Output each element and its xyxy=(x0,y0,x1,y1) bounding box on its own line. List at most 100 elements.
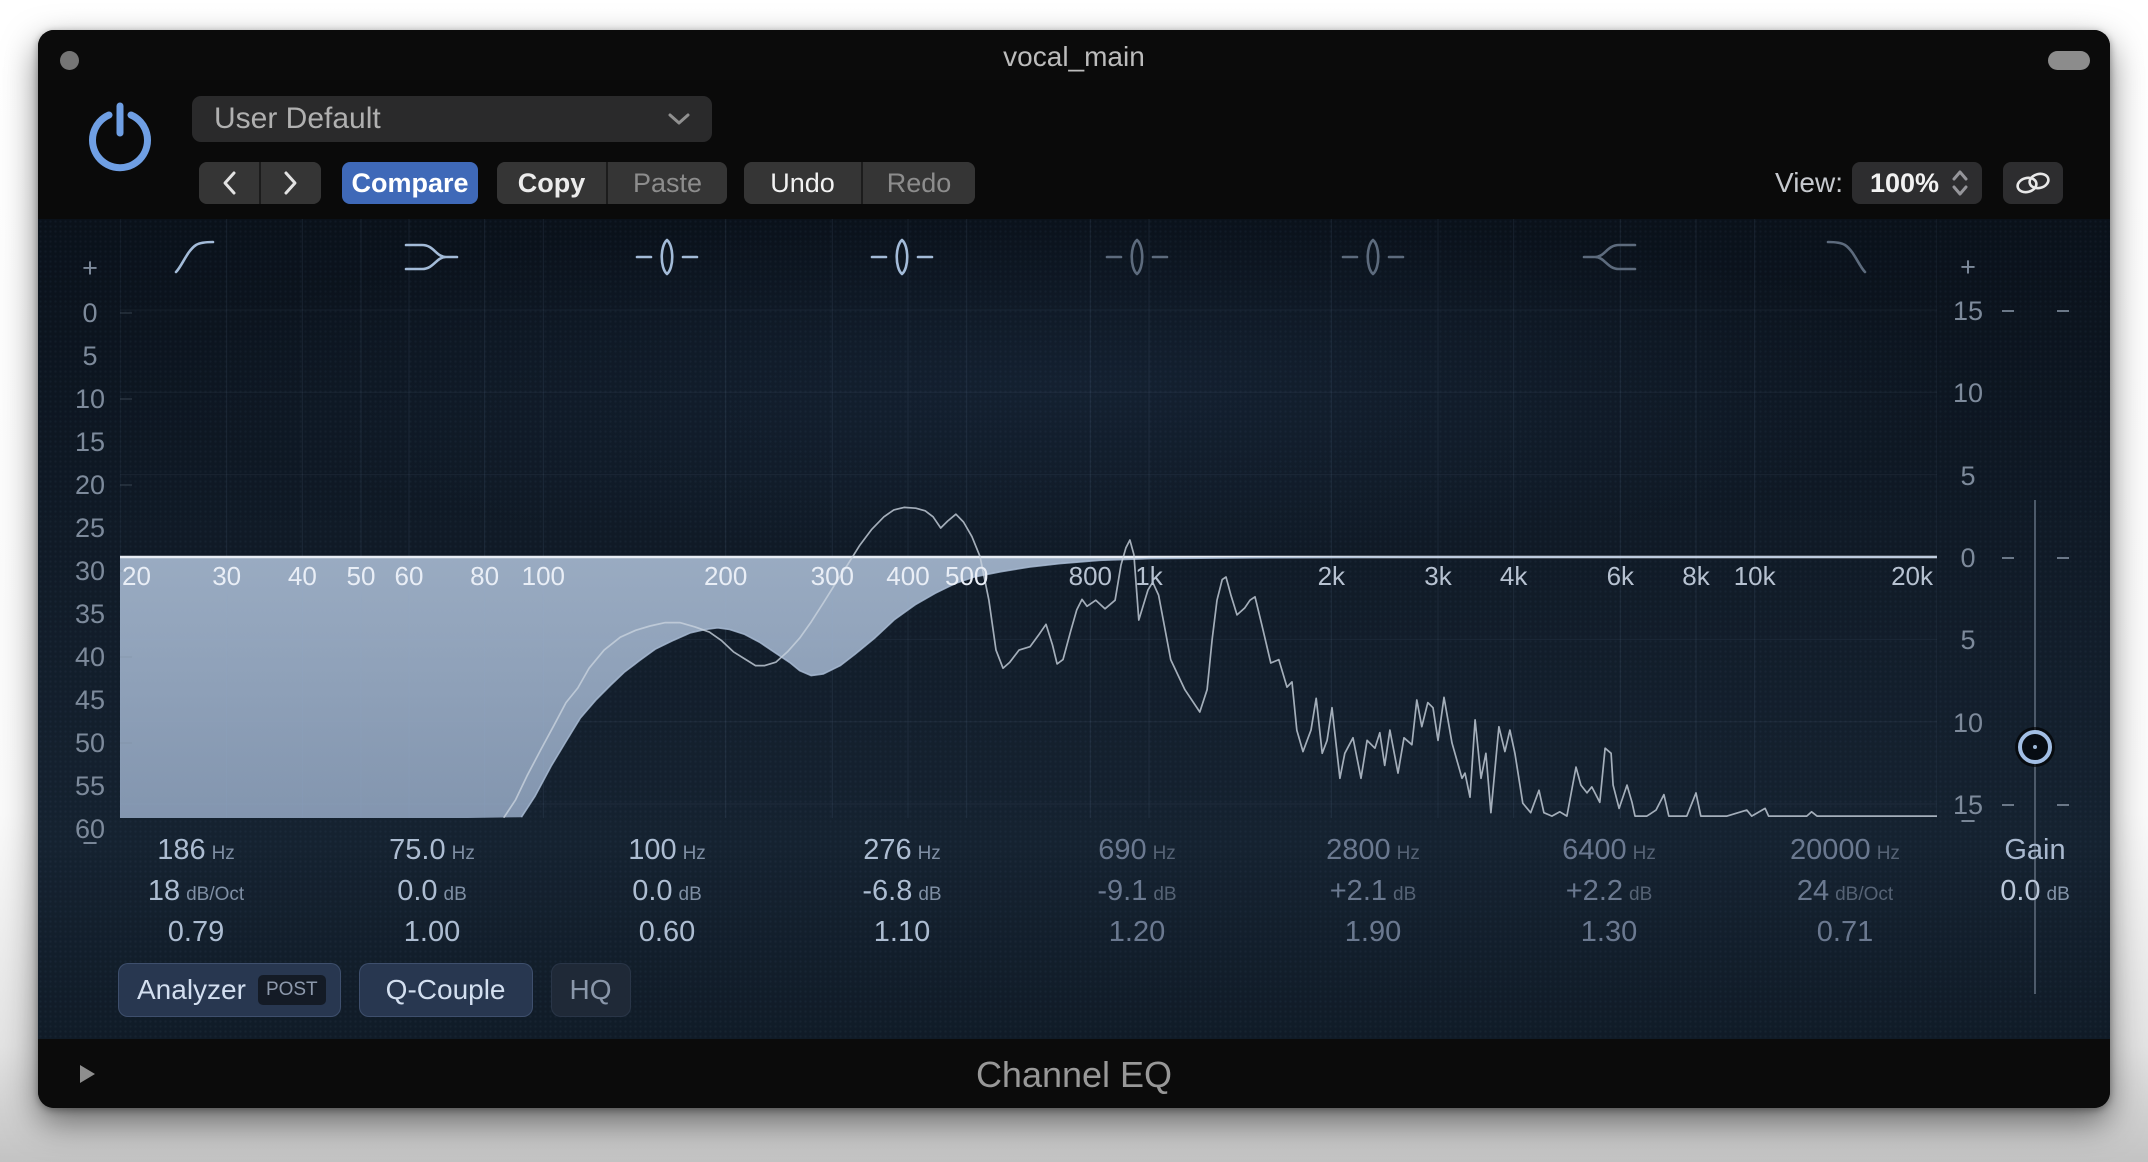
freq-tick-label: 60 xyxy=(395,561,424,591)
chevron-left-icon xyxy=(223,171,236,195)
band-8-q-value: 0.71 xyxy=(1816,916,1874,948)
knob-dot xyxy=(2033,745,2037,749)
freq-tick-label: 200 xyxy=(704,561,747,591)
band-3-column: 100 Hz 0.0 dB 0.60 xyxy=(557,830,777,953)
band-2-gain-value: 0.0 xyxy=(397,875,438,907)
band-3-q-field[interactable]: 0.60 xyxy=(557,912,777,953)
view-zoom-stepper[interactable]: 100% xyxy=(1852,162,1982,204)
gain-value: 0.0 xyxy=(2000,875,2041,907)
band-8-frequency-field[interactable]: 20000 Hz xyxy=(1735,830,1955,871)
band-6-q-field[interactable]: 1.90 xyxy=(1263,912,1483,953)
band-5-q-field[interactable]: 1.20 xyxy=(1027,912,1247,953)
band-8-lowpass-icon[interactable] xyxy=(1811,237,1879,277)
band-2-q-field[interactable]: 1.00 xyxy=(322,912,542,953)
freq-tick-label: 40 xyxy=(288,561,317,591)
band-8-q-field[interactable]: 0.71 xyxy=(1735,912,1955,953)
preset-nav-group xyxy=(199,162,321,204)
copy-button[interactable]: Copy xyxy=(497,162,606,204)
band-7-frequency-unit: Hz xyxy=(1632,843,1656,864)
band-4-gain-field[interactable]: -6.8 dB xyxy=(792,871,1012,912)
undo-button[interactable]: Undo xyxy=(744,162,861,204)
band-2-lowshelf-icon[interactable] xyxy=(398,237,466,277)
band-1-frequency-field[interactable]: 186 Hz xyxy=(86,830,306,871)
band-1-highpass-icon[interactable] xyxy=(162,237,230,277)
band-6-gain-field[interactable]: +2.1 dB xyxy=(1263,871,1483,912)
preset-dropdown[interactable]: User Default xyxy=(192,96,712,142)
band-4-frequency-value: 276 xyxy=(863,834,912,866)
freq-tick-label: 8k xyxy=(1682,561,1710,591)
band-4-q-field[interactable]: 1.10 xyxy=(792,912,1012,953)
band-4-column: 276 Hz -6.8 dB 1.10 xyxy=(792,830,1012,953)
gain-scale-label: 5 xyxy=(1960,625,1976,655)
link-icon xyxy=(2016,172,2050,194)
power-icon[interactable] xyxy=(85,102,155,172)
compare-button[interactable]: Compare xyxy=(342,162,478,204)
gain-unit: dB xyxy=(2046,884,2070,905)
band-1-gain-field[interactable]: 18 dB/Oct xyxy=(86,871,306,912)
band-6-frequency-field[interactable]: 2800 Hz xyxy=(1263,830,1483,871)
eq-curve-graph[interactable]: 20 30 40 50 60 80 100 200 300 400 500 800 1k 2k 3k 4k 6k… xyxy=(120,219,1937,818)
redo-button[interactable]: Redo xyxy=(863,162,975,204)
band-5-gain-field[interactable]: -9.1 dB xyxy=(1027,871,1247,912)
band-8-frequency-value: 20000 xyxy=(1790,834,1871,866)
gain-scale-label: + xyxy=(1960,252,1976,282)
q-couple-toggle[interactable]: Q-Couple xyxy=(358,963,533,1017)
q-couple-label: Q-Couple xyxy=(385,974,506,1005)
band-2-q-value: 1.00 xyxy=(403,916,461,948)
analyzer-label: Analyzer xyxy=(137,974,246,1005)
band-6-gain-value: +2.1 xyxy=(1329,875,1387,907)
band-4-bell-icon[interactable] xyxy=(868,237,936,277)
band-3-frequency-field[interactable]: 100 Hz xyxy=(557,830,777,871)
analyzer-mode-badge[interactable]: POST xyxy=(257,975,326,1005)
freq-tick-label: 3k xyxy=(1424,561,1452,591)
band-2-gain-unit: dB xyxy=(443,884,467,905)
band-2-frequency-field[interactable]: 75.0 Hz xyxy=(322,830,542,871)
next-preset-button[interactable] xyxy=(261,162,321,204)
band-5-gain-value: -9.1 xyxy=(1097,875,1148,907)
gain-scale-label: 10 xyxy=(1952,708,1984,738)
band-2-gain-field[interactable]: 0.0 dB xyxy=(322,871,542,912)
freq-tick-label: 4k xyxy=(1500,561,1528,591)
band-6-bell-icon[interactable] xyxy=(1339,237,1407,277)
stepper-chevrons-icon xyxy=(1952,170,1968,196)
band-5-bell-icon[interactable] xyxy=(1103,237,1171,277)
analyzer-scale-label: 40 xyxy=(74,642,106,672)
band-1-gain-value: 18 xyxy=(147,875,181,907)
hq-toggle[interactable]: HQ xyxy=(550,963,631,1017)
gain-slider-tick xyxy=(2057,310,2069,312)
band-7-frequency-field[interactable]: 6400 Hz xyxy=(1499,830,1719,871)
prev-preset-button[interactable] xyxy=(199,162,259,204)
gain-slider-knob[interactable] xyxy=(2018,730,2052,764)
band-3-gain-field[interactable]: 0.0 dB xyxy=(557,871,777,912)
chevron-right-icon xyxy=(284,171,297,195)
gain-value-field[interactable]: 0.0 dB xyxy=(1925,871,2110,912)
gain-column: Gain 0.0 dB xyxy=(1925,830,2110,912)
band-7-q-field[interactable]: 1.30 xyxy=(1499,912,1719,953)
band-8-gain-field[interactable]: 24 dB/Oct xyxy=(1735,871,1955,912)
band-6-q-value: 1.90 xyxy=(1344,916,1402,948)
band-4-frequency-unit: Hz xyxy=(917,843,941,864)
band-3-bell-icon[interactable] xyxy=(633,237,701,277)
analyzer-scale-label: 20 xyxy=(74,470,106,500)
band-5-frequency-field[interactable]: 690 Hz xyxy=(1027,830,1247,871)
band-7-gain-field[interactable]: +2.2 dB xyxy=(1499,871,1719,912)
analyzer-scale-label: 15 xyxy=(74,427,106,457)
gain-column-label: Gain xyxy=(2004,834,2066,866)
gain-slider-tick xyxy=(2002,310,2014,312)
band-4-frequency-field[interactable]: 276 Hz xyxy=(792,830,1012,871)
analyzer-scale-label: 5 xyxy=(82,341,98,371)
window-zoom-icon[interactable] xyxy=(2048,51,2090,70)
paste-button[interactable]: Paste xyxy=(608,162,727,204)
band-3-gain-value: 0.0 xyxy=(632,875,673,907)
gain-slider-tick xyxy=(2002,804,2014,806)
band-4-gain-value: -6.8 xyxy=(862,875,913,907)
link-button[interactable] xyxy=(2003,162,2063,204)
analyzer-scale-label: 25 xyxy=(74,513,106,543)
analyzer-toggle[interactable]: Analyzer POST xyxy=(118,963,341,1017)
analyzer-spectrum-curve xyxy=(502,506,1937,818)
band-1-q-field[interactable]: 0.79 xyxy=(86,912,306,953)
freq-tick-label: 50 xyxy=(347,561,376,591)
band-7-highshelf-icon[interactable] xyxy=(1575,237,1643,277)
copy-paste-group: Copy Paste xyxy=(497,162,727,204)
band-3-frequency-unit: Hz xyxy=(682,843,706,864)
